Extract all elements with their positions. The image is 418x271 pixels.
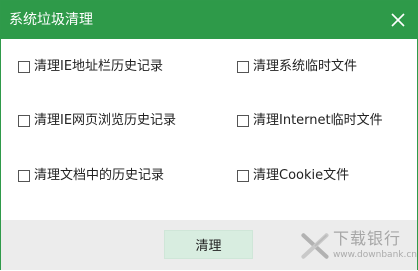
checkbox[interactable] [237,61,249,73]
option-clear-internet-temp[interactable]: 清理Internet临时文件 [237,112,383,130]
checkbox[interactable] [18,170,30,182]
option-label: 清理文档中的历史记录 [34,168,165,183]
close-icon [391,13,405,27]
option-label: 清理系统临时文件 [253,59,358,74]
option-label: 清理Internet临时文件 [253,113,383,128]
option-clear-system-temp[interactable]: 清理系统临时文件 [237,58,357,76]
watermark-url: www.downbank.cn [332,250,417,260]
option-clear-cookie-files[interactable]: 清理Cookie文件 [237,167,349,185]
clean-button-label: 清理 [195,239,222,254]
close-button[interactable] [379,1,417,39]
checkbox[interactable] [18,115,30,127]
watermark-name: 下载银行 [332,229,401,248]
option-clear-ie-address-history[interactable]: 清理IE地址栏历史记录 [18,58,163,76]
title-bar: 系统垃圾清理 [1,1,417,39]
checkbox[interactable] [237,115,249,127]
option-label: 清理Cookie文件 [253,168,350,183]
option-label: 清理IE网页浏览历史记录 [34,113,177,128]
dialog-window: 系统垃圾清理 清理IE地址栏历史记录 清理系统临时文件 清理IE网页浏览历史记录… [0,0,418,270]
checkbox[interactable] [18,61,30,73]
option-label: 清理IE地址栏历史记录 [34,59,164,74]
watermark: 下载银行 www.downbank.cn [301,227,417,271]
option-clear-document-history[interactable]: 清理文档中的历史记录 [18,167,164,185]
window-title: 系统垃圾清理 [9,12,93,28]
clean-button[interactable]: 清理 [164,230,253,259]
option-clear-ie-browse-history[interactable]: 清理IE网页浏览历史记录 [18,112,176,130]
downbank-logo-icon [301,233,329,259]
checkbox[interactable] [237,170,249,182]
